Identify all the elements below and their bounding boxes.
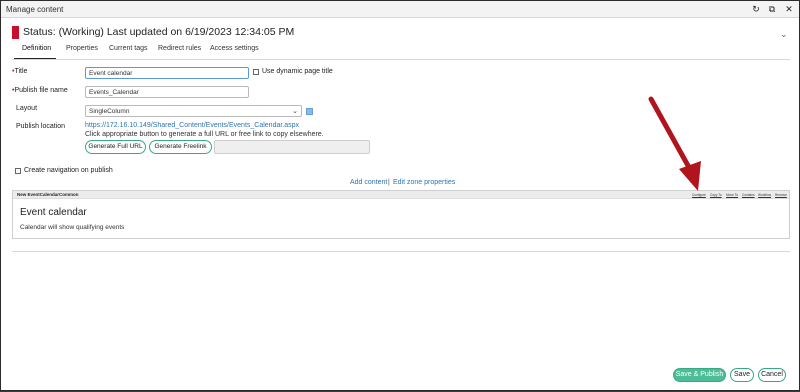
title-label: •Title <box>12 68 28 75</box>
content-zone: New EventCalendarCommon Configure Copy T… <box>12 190 790 239</box>
title-input[interactable]: Event calendar <box>85 67 249 79</box>
generate-freelink-button[interactable]: Generate Freelink <box>149 140 212 154</box>
chevron-down-icon[interactable]: ⌄ <box>780 29 788 40</box>
zone-divider <box>12 251 790 252</box>
zone-links-separator: | <box>388 179 390 186</box>
generate-full-url-button[interactable]: Generate Full URL <box>85 140 146 154</box>
save-button[interactable]: Save <box>730 368 754 382</box>
title-bar: Manage content ↻ ⧉ ✕ <box>1 1 799 18</box>
copy-to-link[interactable]: Copy To <box>710 193 722 197</box>
configure-link[interactable]: Configure <box>692 193 706 197</box>
content-item-name: New EventCalendarCommon <box>17 192 79 197</box>
refresh-icon[interactable]: ↻ <box>750 3 762 15</box>
contains-link[interactable]: Contains <box>742 193 755 197</box>
chevron-down-icon: ⌄ <box>292 108 298 115</box>
manage-content-dialog: Manage content ↻ ⧉ ✕ Status: (Working) L… <box>0 0 800 391</box>
layout-label: Layout <box>16 105 38 112</box>
tab-properties[interactable]: Properties <box>66 45 98 52</box>
restore-window-icon[interactable]: ⧉ <box>766 3 778 15</box>
remove-link[interactable]: Remove <box>775 193 787 197</box>
status-flag-icon <box>12 26 19 39</box>
tab-definition[interactable]: Definition <box>22 45 51 52</box>
publish-location-label: Publish location <box>16 123 66 130</box>
tabs-divider <box>12 59 790 60</box>
create-navigation-label: Create navigation on publish <box>24 167 113 174</box>
publish-hint: Click appropriate button to generate a f… <box>85 131 324 138</box>
publish-location-link[interactable]: https://172.16.10.149/Shared_Content/Eve… <box>85 122 299 129</box>
layout-preview-icon[interactable] <box>306 108 313 115</box>
generated-link-field[interactable] <box>214 140 370 154</box>
publish-file-input[interactable]: Events_Calendar <box>85 86 249 98</box>
layout-select[interactable]: SingleColumn ⌄ <box>85 105 302 117</box>
close-icon[interactable]: ✕ <box>783 3 795 15</box>
window-title: Manage content <box>6 5 64 14</box>
layout-select-value: SingleColumn <box>89 108 130 115</box>
dynamic-title-label: Use dynamic page title <box>262 68 333 75</box>
save-publish-button[interactable]: Save & Publish <box>673 368 726 382</box>
create-navigation-checkbox[interactable] <box>15 168 21 174</box>
content-item-header: New EventCalendarCommon Configure Copy T… <box>13 191 789 199</box>
content-item-title: Event calendar <box>20 207 87 218</box>
edit-zone-properties-link[interactable]: Edit zone properties <box>393 179 455 186</box>
move-to-link[interactable]: Move To <box>726 193 738 197</box>
cancel-button[interactable]: Cancel <box>758 368 786 382</box>
tab-redirect-rules[interactable]: Redirect rules <box>158 45 201 52</box>
tab-access-settings[interactable]: Access settings <box>210 45 259 52</box>
add-content-link[interactable]: Add content <box>350 179 387 186</box>
content-item-description: Calendar will show qualifying events <box>20 224 125 231</box>
tab-current-tags[interactable]: Current tags <box>109 45 148 52</box>
status-text: Status: (Working) Last updated on 6/19/2… <box>23 26 295 38</box>
dynamic-title-checkbox[interactable] <box>253 69 259 75</box>
publish-file-label: •Publish file name <box>12 87 68 94</box>
workflow-link[interactable]: Workflow <box>758 193 771 197</box>
